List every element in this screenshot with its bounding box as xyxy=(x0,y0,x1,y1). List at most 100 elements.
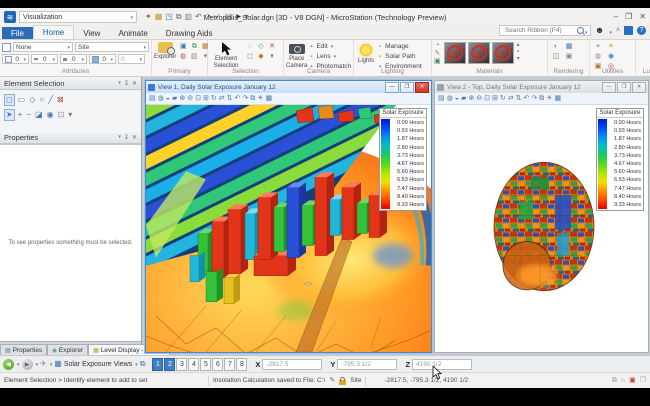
pin-icon[interactable] xyxy=(124,80,129,87)
details-icon[interactable]: ▥ xyxy=(191,53,198,60)
preferences-icon[interactable]: ✦ xyxy=(145,13,152,21)
render-settings-icon[interactable]: ▦ xyxy=(566,43,573,50)
view-group-selector[interactable]: Solar Exposure Views xyxy=(64,361,132,368)
tab-file[interactable]: File xyxy=(2,27,33,39)
x-coordinate-field[interactable]: -2817.5 xyxy=(262,359,322,370)
line-style-select[interactable]: 0 xyxy=(31,54,58,64)
view-close-icon[interactable]: ✕ xyxy=(415,82,429,93)
rotate-view-icon[interactable]: ↻ xyxy=(500,95,506,102)
tab-drawing-aids[interactable]: Drawing Aids xyxy=(157,27,222,39)
clear-fence-icon[interactable]: ✕ xyxy=(269,43,275,50)
view-brightness-icon[interactable]: ☀ xyxy=(546,95,552,102)
saved-views-icon[interactable]: ▦ xyxy=(555,95,562,102)
render-icon[interactable]: ◐ xyxy=(554,43,558,50)
panel-menu-icon[interactable] xyxy=(117,80,121,87)
circle-mode-icon[interactable]: ○ xyxy=(38,95,45,105)
manage-lights-button[interactable]: Manage xyxy=(379,42,409,51)
view-attributes-icon[interactable]: ▤ xyxy=(149,95,156,102)
ribbon-search[interactable] xyxy=(499,25,591,36)
view-toggle-4[interactable]: 4 xyxy=(188,358,199,371)
camera-edit-button[interactable]: Edit xyxy=(310,42,333,51)
scroll-up-icon[interactable]: ▴ xyxy=(517,42,520,48)
material-thumbnail[interactable] xyxy=(492,42,514,64)
dialog-status-icon[interactable]: ❐ xyxy=(640,377,646,384)
minimize-window-icon[interactable]: – xyxy=(614,13,618,21)
save-icon[interactable]: ◳ xyxy=(165,13,173,21)
view-toggle-6[interactable]: 6 xyxy=(212,358,223,371)
clip-volume-icon[interactable]: ◉ xyxy=(608,53,614,60)
render-queue-icon[interactable]: ▣ xyxy=(566,53,573,60)
add-selection-icon[interactable]: + xyxy=(17,110,24,120)
fence-status-icon[interactable]: ⧉ xyxy=(612,377,617,384)
rotate-view-icon[interactable]: ↻ xyxy=(211,95,217,102)
clear-emphasis-icon[interactable]: ▰ xyxy=(461,95,466,102)
z-coordinate-field[interactable]: 4190 1/2 xyxy=(412,359,472,370)
lights-button[interactable]: Lights xyxy=(356,42,376,71)
view1-titlebar[interactable]: View 1, Daily Solar Exposure January 12 … xyxy=(146,81,431,93)
window-area-icon[interactable]: ⊡ xyxy=(484,95,490,102)
scroll-mid-icon[interactable]: ▪ xyxy=(517,49,519,55)
view-previous-icon[interactable]: ↶ xyxy=(523,95,529,102)
fly-mode-icon[interactable]: ✈ xyxy=(40,360,47,368)
y-coordinate-field[interactable]: -795.3 1/2 xyxy=(337,359,397,370)
tab-explorer[interactable]: Explorer xyxy=(47,344,88,355)
zoom-in-icon[interactable]: ⊕ xyxy=(179,95,185,102)
tab-properties[interactable]: Properties xyxy=(0,344,47,355)
search-input[interactable] xyxy=(503,26,577,35)
tab-animate[interactable]: Animate xyxy=(109,27,156,39)
fit-view-icon[interactable]: ⊞ xyxy=(492,95,498,102)
subtract-selection-icon[interactable]: − xyxy=(25,110,32,120)
invert-selection-icon[interactable]: ◪ xyxy=(34,110,44,120)
panel-menu-icon[interactable] xyxy=(117,134,121,141)
new-selection-icon[interactable]: ➤ xyxy=(4,109,15,121)
fence-more-icon[interactable]: ▾ xyxy=(270,53,274,60)
adjust-colors-icon[interactable]: ◍ xyxy=(595,53,601,60)
saved-views-icon[interactable]: ▦ xyxy=(266,95,273,102)
view-toggle-7[interactable]: 7 xyxy=(224,358,235,371)
active-level-indicator[interactable]: Site xyxy=(350,377,361,384)
display-style-icon[interactable]: ◍ xyxy=(447,95,453,102)
view2-titlebar[interactable]: View 2 - Top, Daily Solar Exposure Janua… xyxy=(435,81,648,93)
view-minimize-icon[interactable]: — xyxy=(385,82,399,93)
design-history-icon[interactable]: ▣ xyxy=(629,377,636,384)
open-folder-icon[interactable]: ▦ xyxy=(155,13,163,21)
fit-view-icon[interactable]: ⊞ xyxy=(203,95,209,102)
clear-selection-icon[interactable]: ⊠ xyxy=(56,95,65,105)
view-popup-icon[interactable]: ⧉ xyxy=(140,360,146,368)
home-icon[interactable]: ⌂ xyxy=(621,377,625,384)
select-all-icon[interactable]: ◉ xyxy=(46,110,55,120)
solar-path-button[interactable]: Solar Path xyxy=(379,52,416,61)
user-icon[interactable]: ☻ xyxy=(595,25,604,35)
zoom-out-icon[interactable]: ⊖ xyxy=(187,95,193,102)
primary-more-icon[interactable]: ▾ xyxy=(204,53,208,60)
lock-icon[interactable] xyxy=(339,380,346,385)
view-next-button[interactable]: ▶ xyxy=(22,359,33,370)
view1-content[interactable]: Solar Exposure 0.00 Hours0.93 Hours1.87 … xyxy=(146,105,431,352)
fence-block-icon[interactable]: ◻ xyxy=(247,53,253,60)
walk-icon[interactable]: ⇅ xyxy=(227,95,233,102)
shape-mode-icon[interactable]: ◇ xyxy=(28,95,36,105)
material-thumbnail[interactable] xyxy=(444,42,466,64)
collapse-ribbon-icon[interactable]: ˄ xyxy=(616,27,620,34)
explorer-button[interactable]: Explorer xyxy=(154,42,176,61)
material-assign-icon[interactable]: ▣ xyxy=(434,58,441,65)
view-toggle-3[interactable]: 3 xyxy=(176,358,187,371)
view-restore-icon[interactable]: ❐ xyxy=(617,82,631,93)
close-icon[interactable] xyxy=(132,80,137,87)
close-icon[interactable] xyxy=(132,134,137,141)
connect-center-icon[interactable] xyxy=(624,26,633,35)
window-area-icon[interactable]: ⊡ xyxy=(195,95,201,102)
view-toggle-5[interactable]: 5 xyxy=(200,358,211,371)
models-icon[interactable]: ▣ xyxy=(180,43,187,50)
tab-home[interactable]: Home xyxy=(33,25,74,39)
selection-more-icon[interactable]: ▾ xyxy=(67,110,73,120)
pen-icon[interactable]: ✎ xyxy=(329,377,335,384)
pan-view-icon[interactable]: ⇄ xyxy=(508,95,514,102)
antialias-icon[interactable]: ◫ xyxy=(553,53,560,60)
view-next-icon[interactable]: ↷ xyxy=(531,95,537,102)
tab-view[interactable]: View xyxy=(74,27,109,39)
view-close-icon[interactable]: ✕ xyxy=(632,82,646,93)
scroll-down-icon[interactable]: ▾ xyxy=(517,56,520,62)
view-restore-icon[interactable]: ❐ xyxy=(400,82,414,93)
view2-content[interactable]: Solar Exposure 0.00 Hours0.93 Hours1.87 … xyxy=(435,105,648,352)
